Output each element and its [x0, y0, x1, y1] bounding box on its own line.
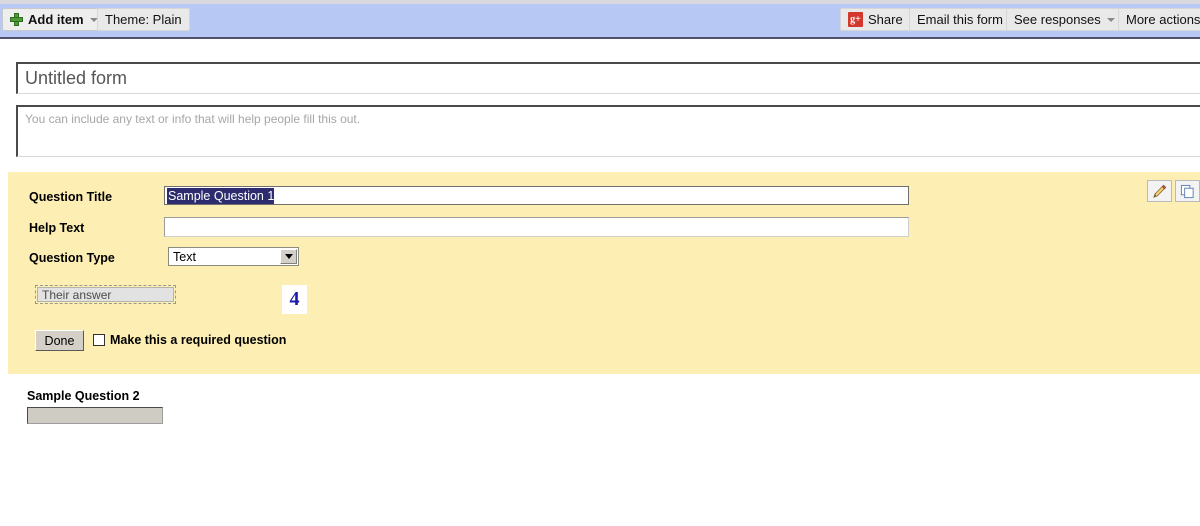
chevron-down-icon	[1106, 17, 1115, 22]
edit-question-button[interactable]	[1147, 180, 1172, 202]
more-actions-button[interactable]: More actions	[1118, 8, 1200, 31]
chevron-down-icon[interactable]	[280, 249, 297, 264]
done-label: Done	[44, 333, 75, 348]
add-item-label: Add item	[28, 12, 84, 27]
required-question-checkbox[interactable]	[93, 334, 105, 346]
email-this-form-label: Email this form	[917, 12, 1003, 27]
question-type-label: Question Type	[29, 251, 115, 265]
answer-preview-label: Their answer	[42, 287, 112, 302]
plus-icon	[10, 13, 23, 26]
form-description-placeholder: You can include any text or info that wi…	[25, 112, 361, 126]
email-this-form-button[interactable]: Email this form	[909, 8, 1011, 31]
form-description-input[interactable]: You can include any text or info that wi…	[16, 105, 1200, 157]
top-toolbar: Add item Theme: Plain g+ Share Email thi…	[0, 0, 1200, 39]
help-text-input[interactable]	[164, 217, 909, 237]
question-type-select[interactable]: Text	[168, 247, 299, 266]
question-title-label: Question Title	[29, 190, 113, 204]
see-responses-button[interactable]: See responses	[1006, 8, 1123, 31]
form-title-value: Untitled form	[25, 68, 128, 88]
pencil-icon	[1153, 184, 1167, 198]
question-editor-panel: Question Title Sample Question 1 Help Te…	[8, 172, 1200, 374]
duplicate-icon	[1180, 184, 1194, 198]
help-text-label: Help Text	[29, 221, 85, 235]
share-label: Share	[868, 12, 903, 27]
answer-preview-container: Their answer	[35, 285, 176, 304]
theme-button[interactable]: Theme: Plain	[97, 8, 190, 31]
question-title-value: Sample Question 1	[167, 187, 275, 204]
question-2-title: Sample Question 2	[27, 389, 140, 403]
question-title-input[interactable]: Sample Question 1	[164, 186, 909, 205]
google-plus-icon: g+	[848, 12, 863, 27]
answer-preview-field: Their answer	[37, 287, 174, 302]
duplicate-question-button[interactable]	[1175, 180, 1200, 202]
question-action-icons	[1147, 180, 1200, 202]
share-button[interactable]: g+ Share	[840, 8, 911, 31]
annotation-marker: 4	[282, 285, 307, 314]
question-type-value: Text	[173, 249, 196, 264]
question-2-answer-input[interactable]	[27, 407, 163, 424]
see-responses-label: See responses	[1014, 12, 1101, 27]
toolbar-top-strip	[0, 0, 1200, 4]
add-item-button[interactable]: Add item	[2, 8, 106, 31]
more-actions-label: More actions	[1126, 12, 1200, 27]
done-button[interactable]: Done	[35, 330, 84, 351]
theme-label: Theme: Plain	[105, 12, 182, 27]
form-title-input[interactable]: Untitled form	[16, 62, 1200, 94]
required-question-label: Make this a required question	[110, 333, 287, 347]
annotation-value: 4	[289, 288, 300, 310]
